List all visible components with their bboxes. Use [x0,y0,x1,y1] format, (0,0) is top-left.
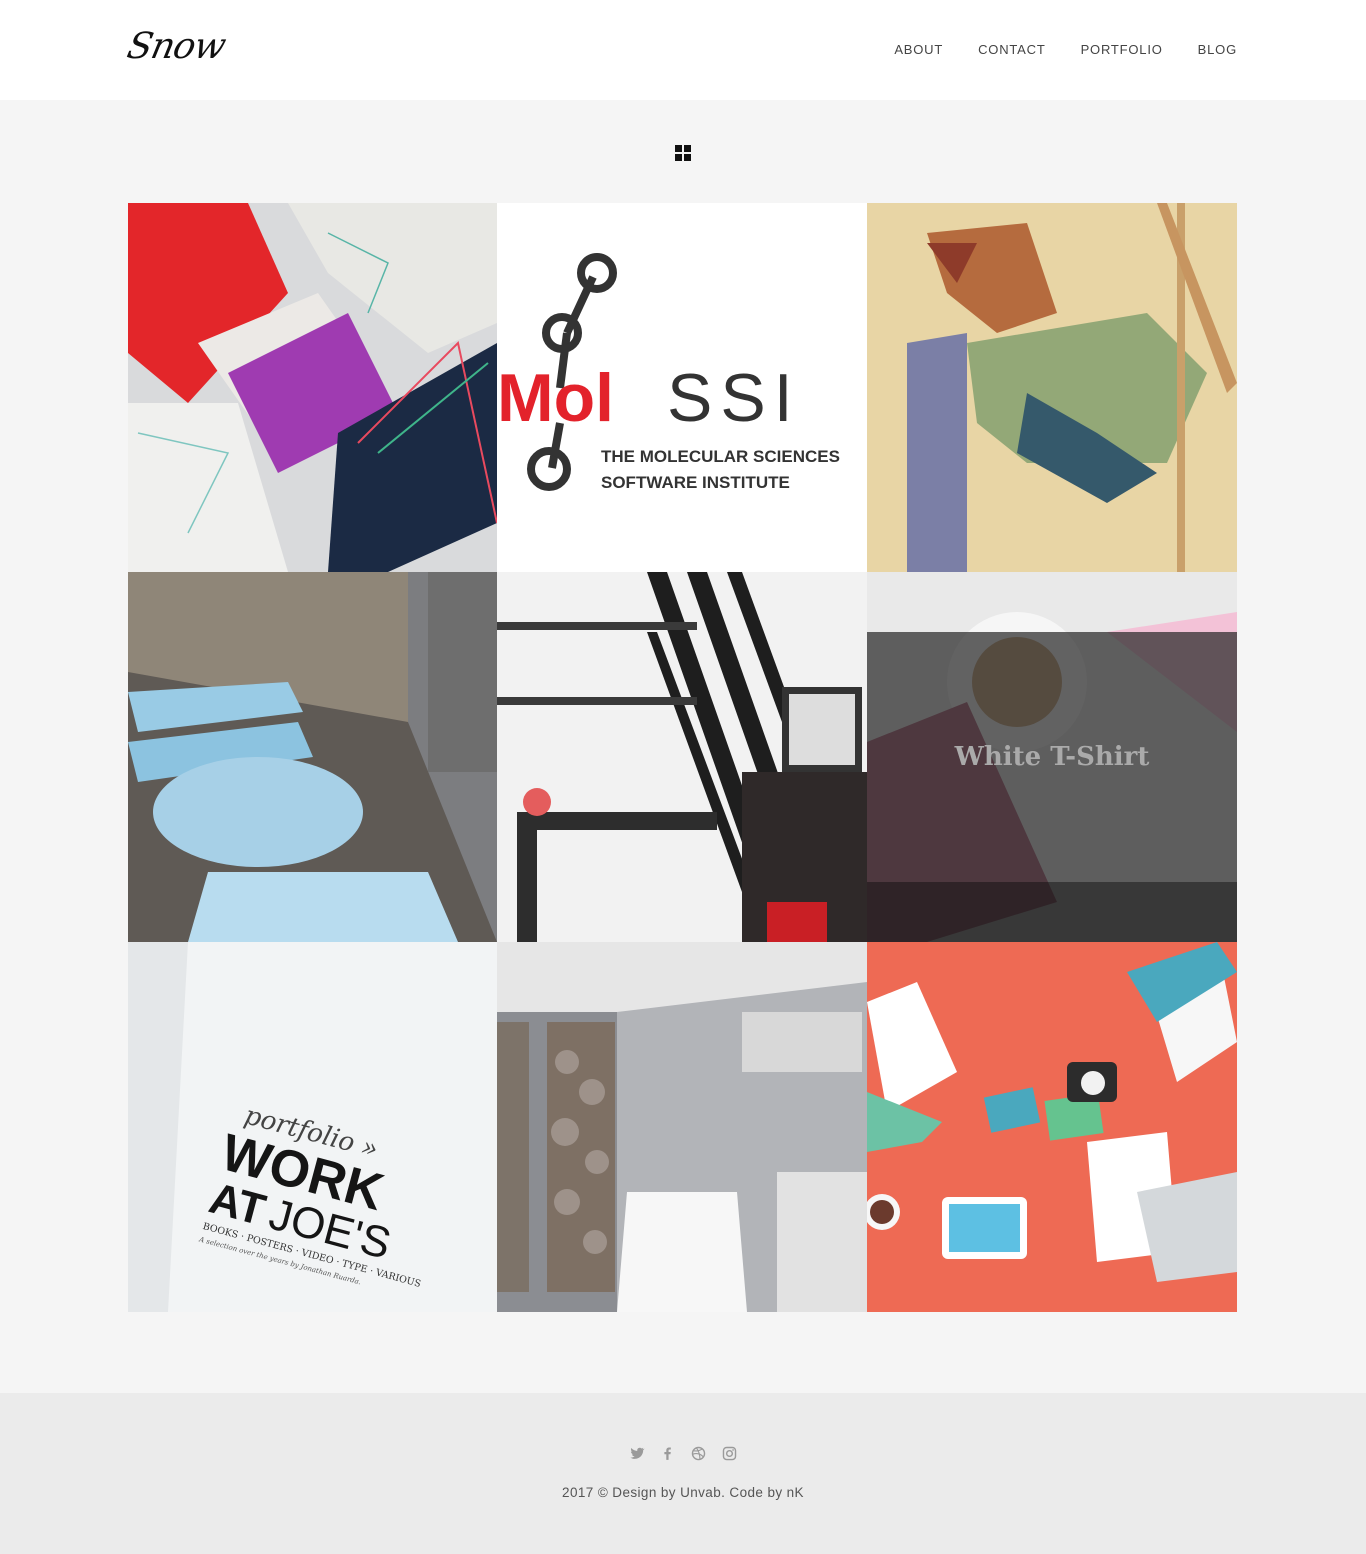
site-footer: 2017 © Design by Unvab. Code by nK [0,1393,1366,1554]
portfolio-item-white-tshirt[interactable]: White T-Shirt [867,572,1237,942]
twitter-icon[interactable] [628,1445,645,1462]
molssi-logo: Mol SSI THE MOLECULAR SCIENCES SOFTWARE … [497,253,840,492]
main-nav: ABOUT CONTACT PORTFOLIO BLOG [894,40,1237,60]
clinic-image [497,942,867,1312]
workshop-image [128,572,497,942]
grid-cell [684,154,691,161]
flat-illustration-image [867,942,1237,1312]
portfolio-item-work-at-joes[interactable]: portfolio » WORK AT JOE'S BOOKS · POSTER… [128,942,497,1312]
nav-blog[interactable]: BLOG [1198,40,1237,60]
dribbble-icon[interactable] [690,1445,707,1462]
portfolio-item-illustration[interactable] [867,203,1237,572]
molssi-ssi-text: SSI [667,360,801,436]
molssi-line2: SOFTWARE INSTITUTE [601,473,790,492]
portfolio-item-posters[interactable] [128,203,497,572]
molssi-mol-text: Mol [497,360,614,436]
site-logo[interactable]: Snow [124,26,229,67]
item-hover-overlay: White T-Shirt [867,632,1237,882]
portfolio-item-office[interactable] [497,572,867,942]
nav-portfolio[interactable]: PORTFOLIO [1081,40,1163,60]
nav-contact[interactable]: CONTACT [978,40,1045,60]
posters-image [128,203,497,572]
grid-view-icon[interactable] [675,145,691,161]
social-links [628,1445,738,1462]
office-image [497,572,867,942]
instagram-icon[interactable] [721,1445,738,1462]
portfolio-item-workshop[interactable] [128,572,497,942]
grid-cell [684,145,691,152]
item-title[interactable]: White T-Shirt [955,742,1150,772]
site-header: Snow ABOUT CONTACT PORTFOLIO BLOG [0,0,1366,100]
copyright-text: 2017 © Design by Unvab. Code by nK [562,1485,804,1500]
book-image: portfolio » WORK AT JOE'S BOOKS · POSTER… [128,942,497,1312]
portfolio-item-clinic[interactable] [497,942,867,1312]
overlay-footer-bar [867,882,1237,942]
portfolio-item-flat-illustration[interactable] [867,942,1237,1312]
portfolio-item-molssi[interactable]: Mol SSI THE MOLECULAR SCIENCES SOFTWARE … [497,203,867,572]
nav-about[interactable]: ABOUT [894,40,943,60]
illustration-image [867,203,1237,572]
grid-cell [675,154,682,161]
molssi-line1: THE MOLECULAR SCIENCES [601,447,840,466]
portfolio-grid: Mol SSI THE MOLECULAR SCIENCES SOFTWARE … [128,203,1237,1312]
grid-cell [675,145,682,152]
facebook-icon[interactable] [659,1445,676,1462]
